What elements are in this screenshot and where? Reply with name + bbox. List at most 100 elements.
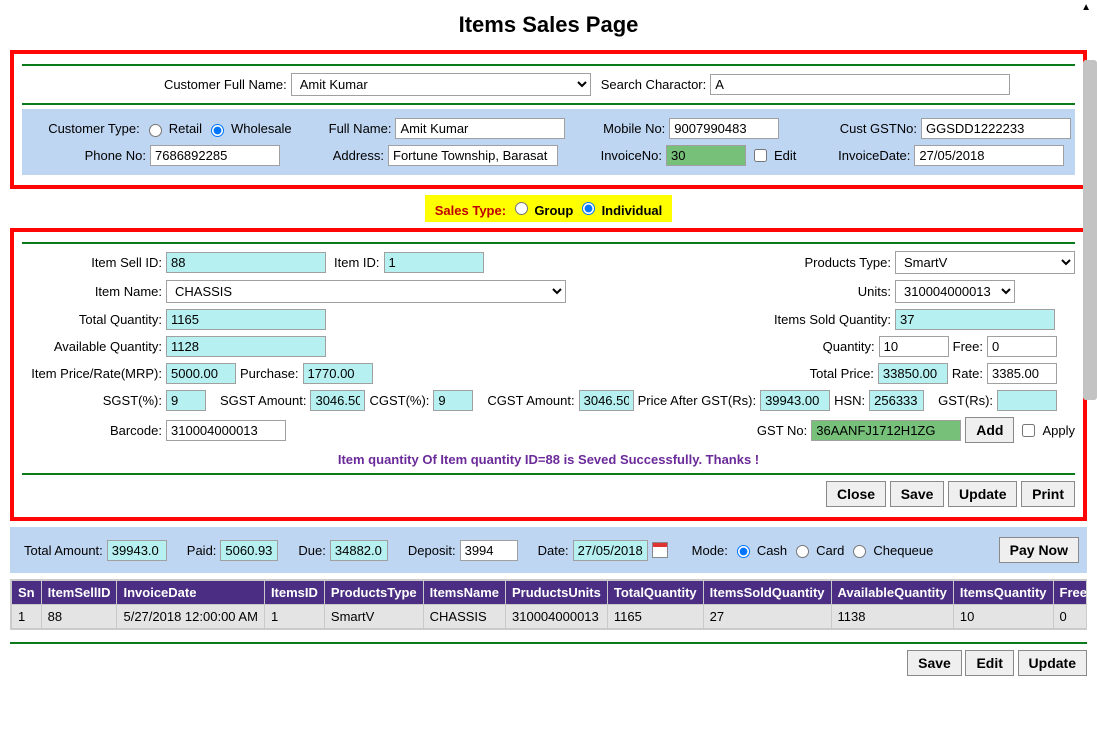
mobile-input[interactable]	[669, 118, 779, 139]
footer-update-button[interactable]: Update	[1018, 650, 1087, 676]
table-cell: SmartV	[324, 605, 423, 629]
table-cell: 1	[264, 605, 324, 629]
products-type-select[interactable]: SmartV	[895, 251, 1075, 274]
item-name-label: Item Name:	[22, 284, 162, 299]
apply-checkbox[interactable]	[1022, 424, 1035, 437]
cust-gst-label: Cust GSTNo:	[803, 121, 917, 136]
total-amount-input[interactable]	[107, 540, 167, 561]
customer-full-name-select[interactable]: Amit Kumar	[291, 73, 591, 96]
total-qty-input[interactable]	[166, 309, 326, 330]
cgst-amt-input[interactable]	[579, 390, 634, 411]
due-input[interactable]	[330, 540, 388, 561]
barcode-input[interactable]	[166, 420, 286, 441]
column-header[interactable]: ItemsQuantity	[953, 581, 1053, 605]
cash-radio[interactable]	[737, 545, 750, 558]
qty-label: Quantity:	[823, 339, 875, 354]
wholesale-label: Wholesale	[231, 121, 292, 136]
cheque-radio[interactable]	[853, 545, 866, 558]
retail-label: Retail	[169, 121, 202, 136]
item-section: Item Sell ID: Item ID: Products Type: Sm…	[10, 228, 1087, 521]
full-name-label: Full Name:	[316, 121, 392, 136]
sgst-amt-label: SGST Amount:	[220, 393, 306, 408]
search-input[interactable]	[710, 74, 1010, 95]
barcode-label: Barcode:	[22, 423, 162, 438]
cash-label: Cash	[757, 543, 787, 558]
sgst-pct-label: SGST(%):	[22, 393, 162, 408]
purchase-input[interactable]	[303, 363, 373, 384]
table-row[interactable]: 1885/27/2018 12:00:00 AM1SmartVCHASSIS31…	[12, 605, 1088, 629]
column-header[interactable]: AvailableQuantity	[831, 581, 953, 605]
sales-type-strip: Sales Type: Group Individual	[425, 195, 672, 222]
invoice-edit-checkbox[interactable]	[754, 149, 767, 162]
sales-type-label: Sales Type:	[435, 203, 506, 218]
footer-save-button[interactable]: Save	[907, 650, 962, 676]
item-id-input[interactable]	[384, 252, 484, 273]
products-type-label: Products Type:	[805, 255, 891, 270]
column-header[interactable]: ItemSellID	[41, 581, 117, 605]
cust-gst-input[interactable]	[921, 118, 1071, 139]
update-button[interactable]: Update	[948, 481, 1017, 507]
close-button[interactable]: Close	[826, 481, 886, 507]
gst-no-input[interactable]	[811, 420, 961, 441]
sold-qty-label: Items Sold Quantity:	[774, 312, 891, 327]
sgst-pct-input[interactable]	[166, 390, 206, 411]
group-radio[interactable]	[515, 202, 528, 215]
page-scrollbar[interactable]	[1083, 60, 1097, 400]
cheque-label: Chequeue	[873, 543, 933, 558]
price-after-gst-label: Price After GST(Rs):	[638, 393, 756, 408]
cgst-pct-input[interactable]	[433, 390, 473, 411]
item-sell-id-input[interactable]	[166, 252, 326, 273]
column-header[interactable]: InvoiceDate	[117, 581, 264, 605]
pay-date-input[interactable]	[573, 540, 648, 561]
save-button[interactable]: Save	[890, 481, 945, 507]
payment-panel: Total Amount: Paid: Due: Deposit: Date: …	[10, 527, 1087, 573]
footer-edit-button[interactable]: Edit	[965, 650, 1013, 676]
column-header[interactable]: ItemsName	[423, 581, 505, 605]
page-title: Items Sales Page	[10, 12, 1087, 38]
phone-label: Phone No:	[26, 148, 146, 163]
gst-rs-label: GST(Rs):	[938, 393, 993, 408]
full-name-input[interactable]	[395, 118, 565, 139]
address-input[interactable]	[388, 145, 558, 166]
free-input[interactable]	[987, 336, 1057, 357]
phone-input[interactable]	[150, 145, 280, 166]
column-header[interactable]: PruductsUnits	[506, 581, 608, 605]
total-price-input[interactable]	[878, 363, 948, 384]
group-label: Group	[534, 203, 573, 218]
item-name-select[interactable]: CHASSIS	[166, 280, 566, 303]
retail-radio[interactable]	[149, 124, 162, 137]
individual-radio[interactable]	[582, 202, 595, 215]
pay-now-button[interactable]: Pay Now	[999, 537, 1079, 563]
individual-label: Individual	[602, 203, 663, 218]
column-header[interactable]: TotalQuantity	[607, 581, 703, 605]
sold-qty-input[interactable]	[895, 309, 1055, 330]
units-select[interactable]: 310004000013	[895, 280, 1015, 303]
rate-input[interactable]	[987, 363, 1057, 384]
gst-rs-input[interactable]	[997, 390, 1057, 411]
print-button[interactable]: Print	[1021, 481, 1075, 507]
mrp-input[interactable]	[166, 363, 236, 384]
hsn-input[interactable]	[869, 390, 924, 411]
price-after-gst-input[interactable]	[760, 390, 830, 411]
paid-input[interactable]	[220, 540, 278, 561]
column-header[interactable]: ItemsSoldQuantity	[703, 581, 831, 605]
calendar-icon[interactable]	[652, 542, 668, 558]
invoice-edit-label: Edit	[774, 148, 796, 163]
invoice-date-input[interactable]	[914, 145, 1064, 166]
grid-scroll-container[interactable]: SnItemSellIDInvoiceDateItemsIDProductsTy…	[10, 579, 1087, 630]
table-cell: 10	[953, 605, 1053, 629]
column-header[interactable]: ProductsType	[324, 581, 423, 605]
free-label: Free:	[953, 339, 983, 354]
card-radio[interactable]	[796, 545, 809, 558]
qty-input[interactable]	[879, 336, 949, 357]
apply-label: Apply	[1042, 423, 1075, 438]
sgst-amt-input[interactable]	[310, 390, 365, 411]
column-header[interactable]: Sn	[12, 581, 42, 605]
avail-qty-input[interactable]	[166, 336, 326, 357]
add-button[interactable]: Add	[965, 417, 1014, 443]
deposit-input[interactable]	[460, 540, 518, 561]
invoice-no-input[interactable]	[666, 145, 746, 166]
column-header[interactable]: ItemsID	[264, 581, 324, 605]
column-header[interactable]: Free	[1053, 581, 1087, 605]
wholesale-radio[interactable]	[211, 124, 224, 137]
